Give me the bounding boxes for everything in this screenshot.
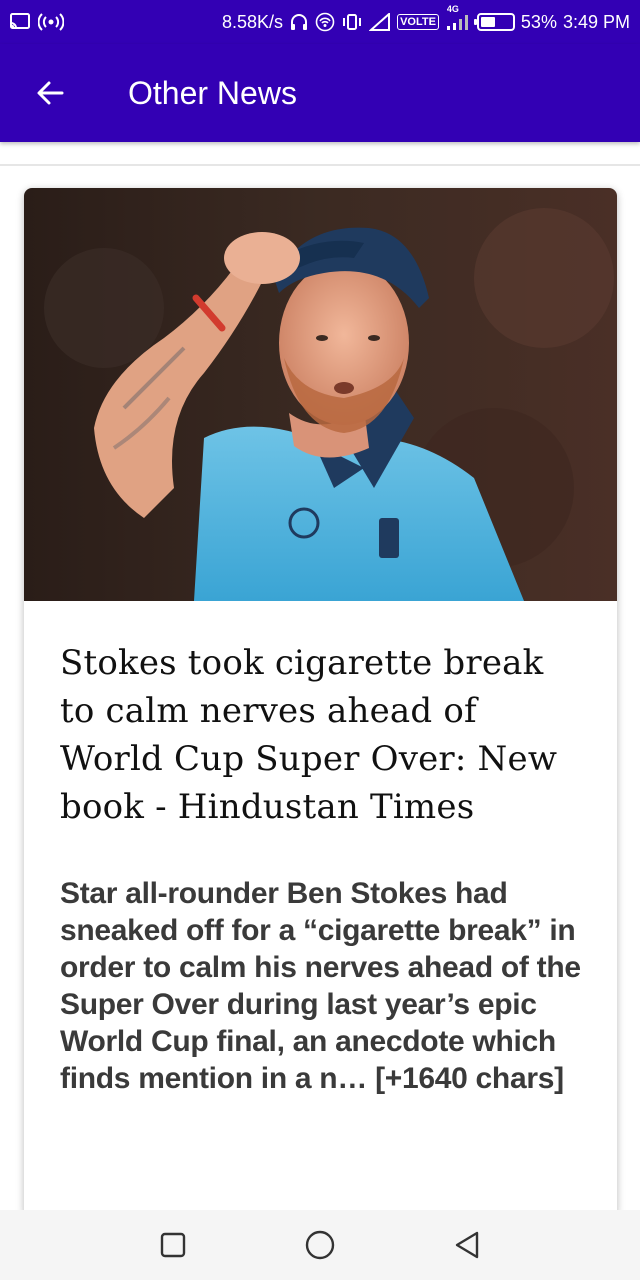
wifi-icon xyxy=(315,12,335,32)
hotspot-icon xyxy=(38,13,64,31)
battery-fill xyxy=(480,17,495,27)
cell-signal-icon: 4G xyxy=(445,4,471,31)
news-card[interactable]: Stokes took cigarette break to calm nerv… xyxy=(24,188,617,1218)
vibrate-icon xyxy=(341,13,363,31)
system-nav-bar xyxy=(0,1210,640,1280)
article-headline[interactable]: Stokes took cigarette break to calm nerv… xyxy=(60,639,581,831)
headphones-icon xyxy=(289,13,309,31)
volte-badge: VOLTE xyxy=(397,14,439,30)
page-title: Other News xyxy=(128,74,297,111)
battery-icon xyxy=(473,13,515,31)
home-button[interactable] xyxy=(290,1215,350,1275)
recents-button[interactable] xyxy=(143,1215,203,1275)
card-body: Stokes took cigarette break to calm nerv… xyxy=(24,601,617,1097)
nav-back-button[interactable] xyxy=(437,1215,497,1275)
article-image[interactable] xyxy=(24,188,617,601)
cast-icon xyxy=(10,13,30,31)
network-type: 4G xyxy=(446,4,459,14)
arrow-left-icon xyxy=(37,81,64,105)
status-left xyxy=(10,13,64,31)
app-bar: Other News xyxy=(0,44,640,142)
status-right: 8.58K/s VOLTE 4G 53% 3:49 PM xyxy=(222,4,630,33)
divider xyxy=(0,164,640,166)
back-icon xyxy=(455,1231,478,1259)
clock: 3:49 PM xyxy=(562,11,630,32)
back-button[interactable] xyxy=(0,44,100,142)
recents-icon xyxy=(161,1232,186,1258)
status-bar: 8.58K/s VOLTE 4G 53% 3:49 PM xyxy=(0,0,640,44)
net-speed: 8.58K/s xyxy=(222,11,284,32)
article-summary: Star all-rounder Ben Stokes had sneaked … xyxy=(60,877,581,1095)
signal-icon xyxy=(369,13,391,31)
battery-percent: 53% xyxy=(520,11,557,32)
home-icon xyxy=(305,1230,335,1260)
